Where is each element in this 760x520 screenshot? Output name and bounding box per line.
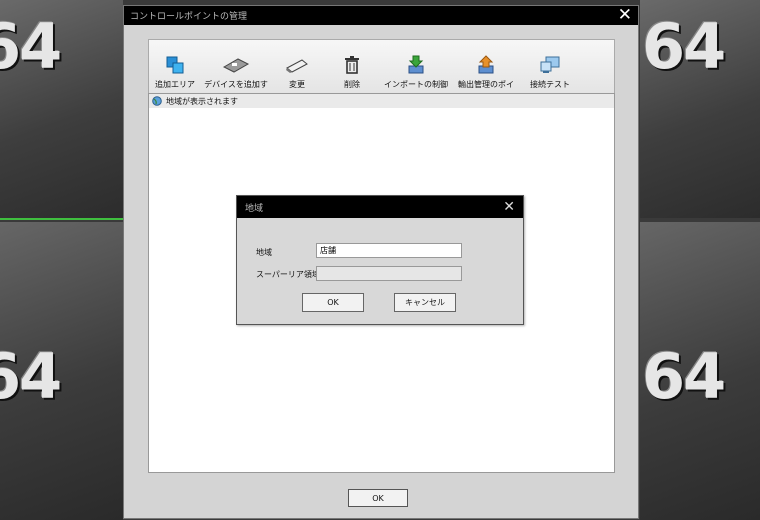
toolbar-label: 削除: [344, 80, 360, 89]
import-control-button[interactable]: インポートの制御: [381, 40, 451, 94]
connection-test-button[interactable]: 接続テスト: [521, 40, 579, 94]
dialog-title: 地域: [245, 203, 264, 214]
dialog-cancel-button[interactable]: キャンセル: [394, 293, 456, 312]
toolbar: 追加エリア デバイスを追加す 変更 削除 インポートの制御 輸出管理のポイ 接続…: [148, 39, 615, 95]
export-control-button[interactable]: 輸出管理のポイ: [451, 40, 521, 94]
region-dialog: 地域 ✕ 地域 スーパーリア領域 OK キャンセル: [236, 195, 524, 325]
window-titlebar: コントロールポイントの管理 ✕: [124, 6, 638, 25]
close-icon[interactable]: ✕: [618, 7, 632, 24]
add-device-icon: [222, 58, 250, 73]
camera-tile-top-right: 64: [640, 0, 760, 218]
add-area-icon: [166, 56, 184, 74]
region-label: 地域: [256, 248, 272, 257]
selection-indicator: [0, 218, 123, 220]
camera-tile-top-left: 64: [0, 0, 123, 218]
dialog-titlebar: 地域 ✕: [237, 196, 523, 218]
edit-icon: [286, 59, 308, 73]
add-device-button[interactable]: デバイスを追加す: [201, 40, 271, 94]
camera-number: 64: [642, 340, 726, 413]
toolbar-label: 輸出管理のポイ: [458, 80, 514, 89]
trash-icon: [345, 56, 359, 74]
dialog-ok-button[interactable]: OK: [302, 293, 364, 312]
camera-number: 64: [642, 10, 726, 83]
connection-test-icon: [540, 56, 560, 73]
super-region-label: スーパーリア領域: [256, 270, 320, 279]
import-icon: [408, 55, 424, 74]
camera-tile-bottom-right: 64: [640, 222, 760, 520]
globe-icon: [152, 96, 162, 106]
close-icon[interactable]: ✕: [503, 199, 515, 215]
toolbar-label: 追加エリア: [155, 80, 195, 89]
region-input[interactable]: [316, 243, 462, 258]
export-icon: [478, 55, 494, 74]
tree-root-label: 地域が表示されます: [166, 96, 238, 106]
toolbar-label: デバイスを追加す: [204, 80, 268, 89]
camera-tile-bottom-left: 64: [0, 222, 123, 520]
tree-root-item[interactable]: 地域が表示されます: [149, 94, 614, 108]
camera-number: 64: [0, 10, 62, 83]
add-area-button[interactable]: 追加エリア: [149, 40, 201, 94]
ok-button[interactable]: OK: [348, 489, 408, 507]
super-region-input[interactable]: [316, 266, 462, 281]
toolbar-label: インポートの制御: [384, 80, 448, 89]
toolbar-label: 接続テスト: [530, 80, 570, 89]
camera-number: 64: [0, 340, 62, 413]
edit-button[interactable]: 変更: [271, 40, 323, 94]
window-title: コントロールポイントの管理: [130, 12, 248, 22]
toolbar-label: 変更: [289, 80, 305, 89]
delete-button[interactable]: 削除: [323, 40, 381, 94]
